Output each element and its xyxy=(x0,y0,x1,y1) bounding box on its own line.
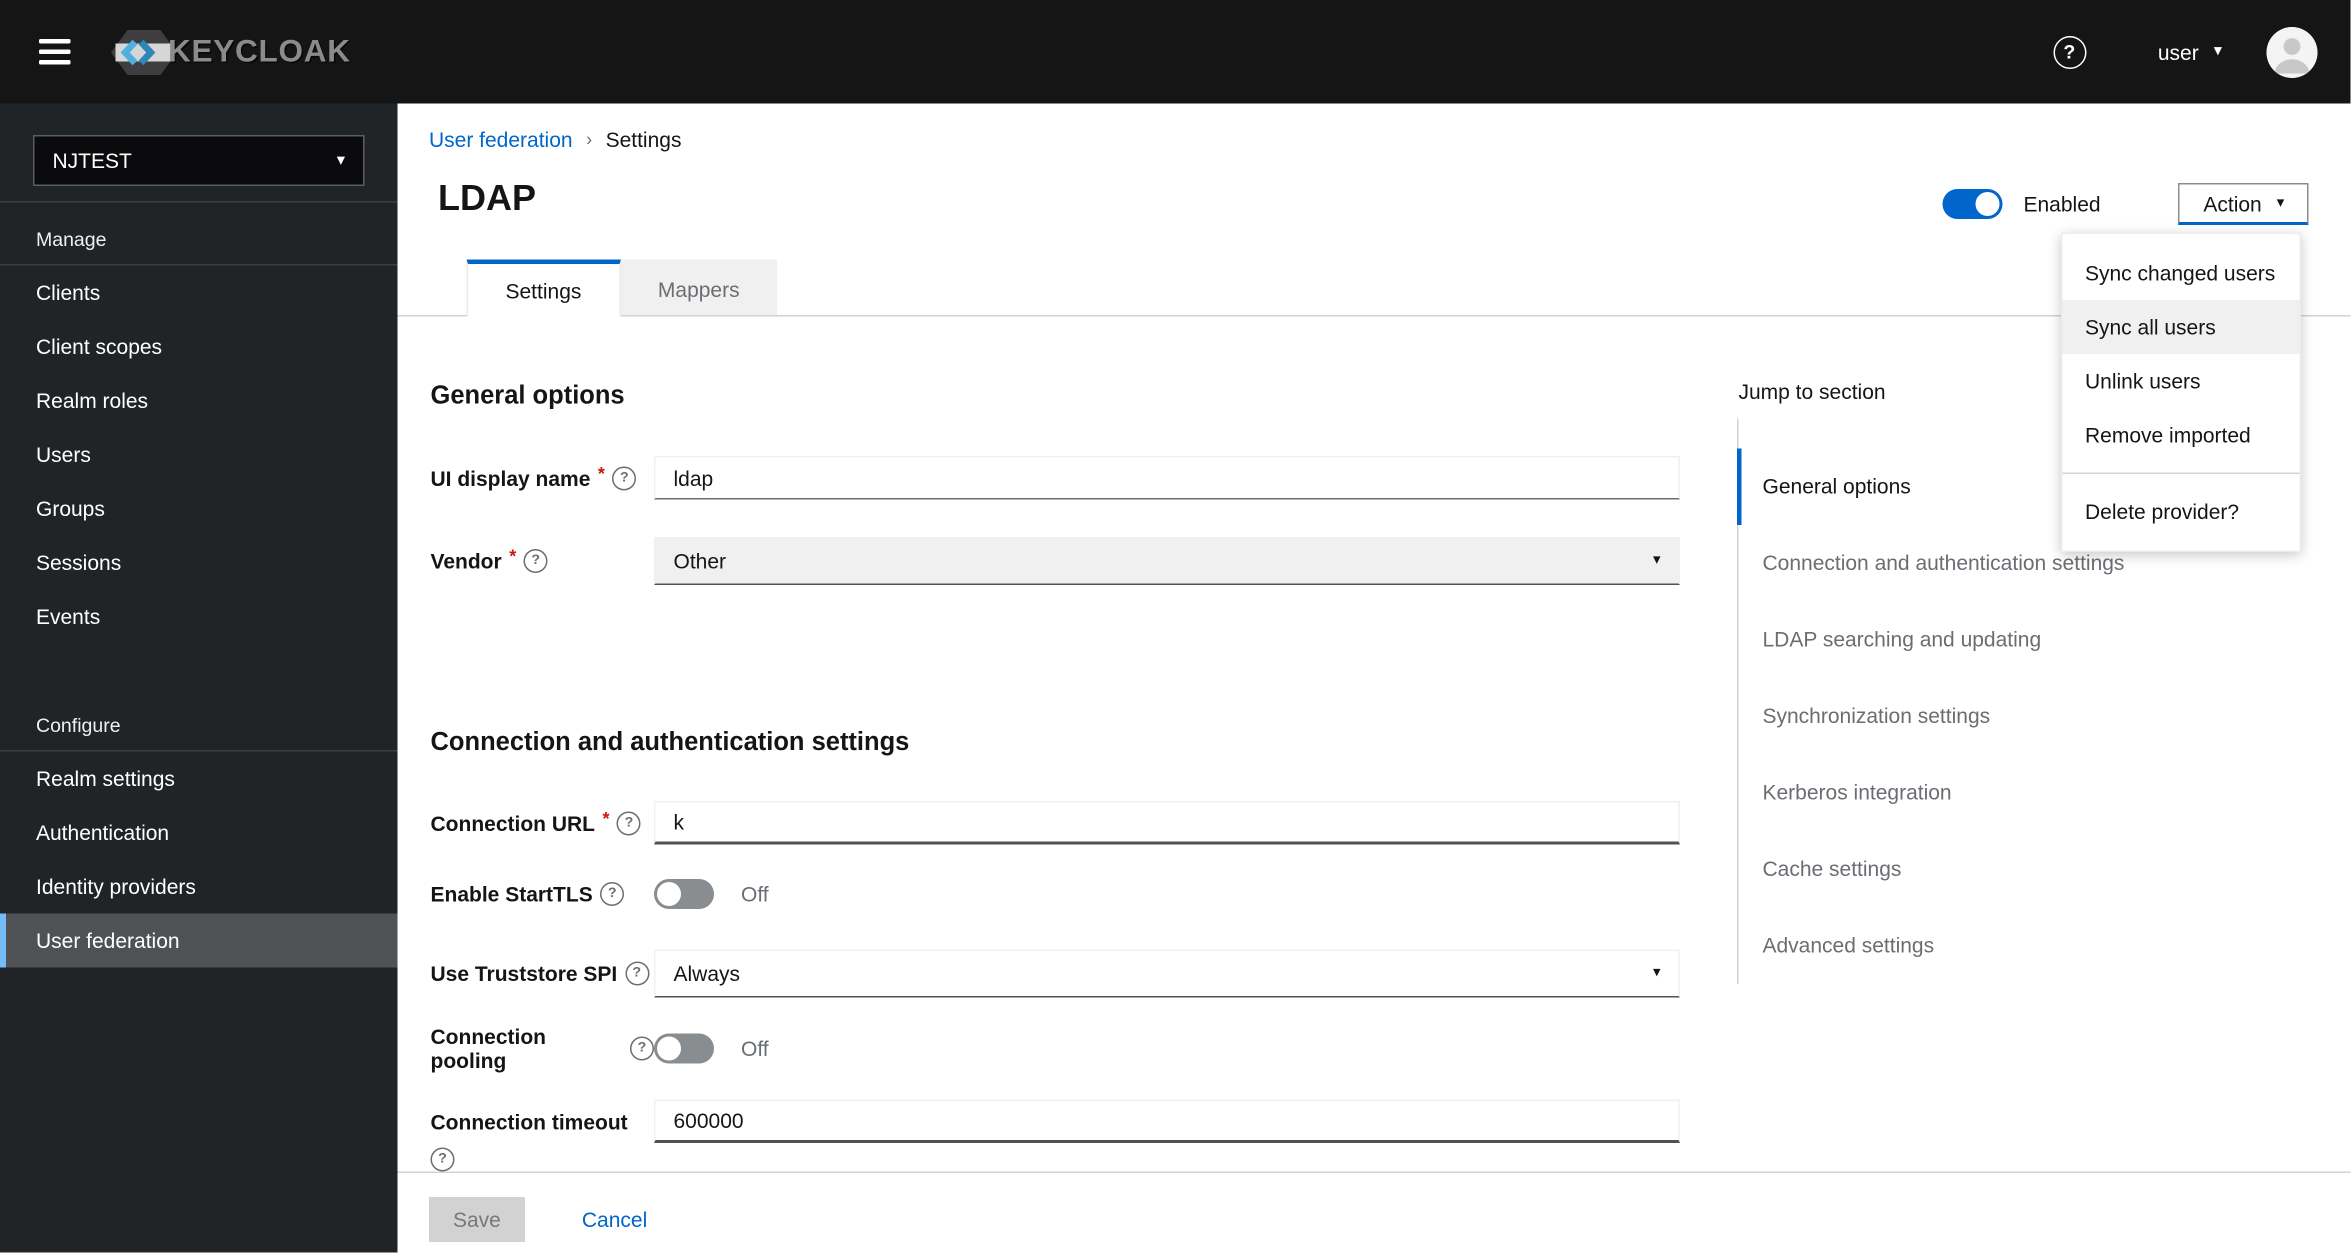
header-controls: Enabled Action ▾ xyxy=(1942,182,2310,227)
sidebar-item-groups[interactable]: Groups xyxy=(0,482,398,536)
menu-item-sync-all-users[interactable]: Sync all users xyxy=(2062,300,2300,354)
sidebar-item-client-scopes[interactable]: Client scopes xyxy=(0,320,398,374)
menu-item-sync-changed-users[interactable]: Sync changed users xyxy=(2063,246,2300,300)
enabled-label: Enabled xyxy=(2023,192,2101,216)
form-footer: Save Cancel xyxy=(397,1171,2351,1242)
field-row-enable-starttls: Enable StartTLS ? Off xyxy=(431,879,1681,909)
menu-divider xyxy=(2062,472,2300,474)
keycloak-logo: KEYCLOAK xyxy=(110,25,351,79)
action-dropdown-menu: Sync changed users Sync all users Unlink… xyxy=(2061,232,2301,552)
chevron-right-icon: › xyxy=(586,129,593,150)
sidebar-item-user-federation[interactable]: User federation xyxy=(0,913,398,968)
switch-state-label: Off xyxy=(741,1036,769,1061)
sidebar-item-users[interactable]: Users xyxy=(0,428,398,482)
tab-settings[interactable]: Settings xyxy=(466,259,621,317)
field-label: Connection timeout ? xyxy=(430,1100,655,1172)
jump-link-cache[interactable]: Cache settings xyxy=(1739,831,2233,908)
enable-starttls-toggle[interactable] xyxy=(654,879,714,909)
field-label: Enable StartTLS ? xyxy=(431,882,655,906)
jump-link-ldap-searching[interactable]: LDAP searching and updating xyxy=(1739,602,2233,679)
sidebar-item-sessions[interactable]: Sessions xyxy=(0,536,398,590)
nav-section-configure: Configure xyxy=(36,714,121,737)
nav-section-manage: Manage xyxy=(36,228,107,251)
configure-nav-list: Realm settings Authentication Identity p… xyxy=(0,752,398,968)
nav-toggle-button[interactable] xyxy=(33,33,77,70)
tab-mappers[interactable]: Mappers xyxy=(620,259,778,315)
breadcrumb-current: Settings xyxy=(605,127,682,152)
chevron-down-icon: ▾ xyxy=(2213,42,2222,60)
sidebar-item-clients[interactable]: Clients xyxy=(0,266,398,320)
field-label: Vendor * ? xyxy=(431,546,655,573)
help-icon[interactable]: ? xyxy=(430,1147,455,1172)
required-asterisk: * xyxy=(602,807,610,829)
sidebar-item-authentication[interactable]: Authentication xyxy=(0,806,398,860)
realm-selector[interactable]: NJTEST ▾ xyxy=(33,135,365,186)
masthead-right: ? user ▾ xyxy=(2052,26,2351,78)
page-title: LDAP xyxy=(438,178,537,220)
help-icon[interactable]: ? xyxy=(600,882,625,906)
help-icon[interactable]: ? xyxy=(2052,35,2086,69)
vendor-select[interactable]: Other ▾ xyxy=(654,537,1680,585)
masthead: KEYCLOAK ? user ▾ xyxy=(0,0,2351,104)
section-heading-general-options: General options xyxy=(430,381,625,410)
avatar[interactable] xyxy=(2266,26,2318,78)
sidebar-item-realm-roles[interactable]: Realm roles xyxy=(0,374,398,428)
cancel-link[interactable]: Cancel xyxy=(582,1208,647,1232)
caret-down-icon: ▾ xyxy=(1652,964,1661,981)
field-label: Connection URL * ? xyxy=(431,807,655,835)
connection-pooling-toggle[interactable] xyxy=(654,1033,714,1064)
help-icon[interactable]: ? xyxy=(630,1036,654,1061)
section-heading-connection: Connection and authentication settings xyxy=(430,727,910,757)
person-icon xyxy=(2266,26,2318,78)
enabled-toggle[interactable] xyxy=(1942,189,2003,219)
switch-state-label: Off xyxy=(741,882,769,906)
menu-item-remove-imported[interactable]: Remove imported xyxy=(2063,408,2300,462)
field-label: Connection pooling ? xyxy=(431,1025,654,1073)
connection-url-input[interactable] xyxy=(654,801,1680,845)
field-label: UI display name * ? xyxy=(431,462,655,490)
sidebar-item-events[interactable]: Events xyxy=(0,590,398,644)
caret-down-icon: ▾ xyxy=(1652,552,1661,569)
manage-nav-list: Clients Client scopes Realm roles Users … xyxy=(0,266,398,644)
main-content: User federation › Settings LDAP Enabled … xyxy=(397,103,2351,1253)
jump-link-kerberos[interactable]: Kerberos integration xyxy=(1739,755,2233,832)
field-label: Use Truststore SPI ? xyxy=(431,961,655,986)
breadcrumb: User federation › Settings xyxy=(429,128,681,152)
jump-link-advanced[interactable]: Advanced settings xyxy=(1739,908,2233,985)
menu-item-delete-provider[interactable]: Delete provider? xyxy=(2063,485,2300,539)
menu-item-unlink-users[interactable]: Unlink users xyxy=(2063,354,2300,408)
caret-down-icon: ▾ xyxy=(2276,194,2285,211)
save-button[interactable]: Save xyxy=(429,1197,525,1242)
field-row-ui-display-name: UI display name * ? xyxy=(431,456,1680,500)
keycloak-admin-console: KEYCLOAK ? user ▾ NJTEST ▾ Manage Client… xyxy=(0,0,2351,1253)
ui-display-name-input[interactable] xyxy=(654,456,1680,500)
required-asterisk: * xyxy=(597,462,605,484)
field-row-vendor: Vendor * ? Other ▾ xyxy=(431,537,1680,585)
help-icon[interactable]: ? xyxy=(624,961,649,986)
brand-text: KEYCLOAK xyxy=(168,33,351,69)
field-row-connection-pooling: Connection pooling ? Off xyxy=(431,1025,1681,1073)
realm-name: NJTEST xyxy=(52,148,132,173)
help-icon[interactable]: ? xyxy=(616,810,641,835)
field-row-connection-url: Connection URL * ? xyxy=(431,801,1680,845)
sidebar: NJTEST ▾ Manage Clients Client scopes Re… xyxy=(0,103,398,1253)
use-truststore-spi-select[interactable]: Always ▾ xyxy=(654,949,1680,998)
username: user xyxy=(2157,39,2199,64)
chevron-down-icon: ▾ xyxy=(336,150,345,169)
help-icon[interactable]: ? xyxy=(612,465,637,490)
help-icon[interactable]: ? xyxy=(523,549,548,573)
user-menu[interactable]: user ▾ xyxy=(2158,40,2222,64)
tab-strip: Settings Mappers xyxy=(397,259,2351,317)
action-dropdown-button[interactable]: Action ▾ xyxy=(2178,183,2310,225)
breadcrumb-link-user-federation[interactable]: User federation xyxy=(429,128,573,152)
field-row-use-truststore-spi: Use Truststore SPI ? Always ▾ xyxy=(431,949,1680,998)
jump-link-synchronization[interactable]: Synchronization settings xyxy=(1739,678,2233,755)
required-asterisk: * xyxy=(509,546,517,567)
sidebar-item-identity-providers[interactable]: Identity providers xyxy=(0,860,398,914)
connection-timeout-input[interactable] xyxy=(654,1099,1680,1143)
sidebar-item-realm-settings[interactable]: Realm settings xyxy=(0,752,398,806)
field-row-connection-timeout: Connection timeout ? xyxy=(430,1099,1680,1172)
